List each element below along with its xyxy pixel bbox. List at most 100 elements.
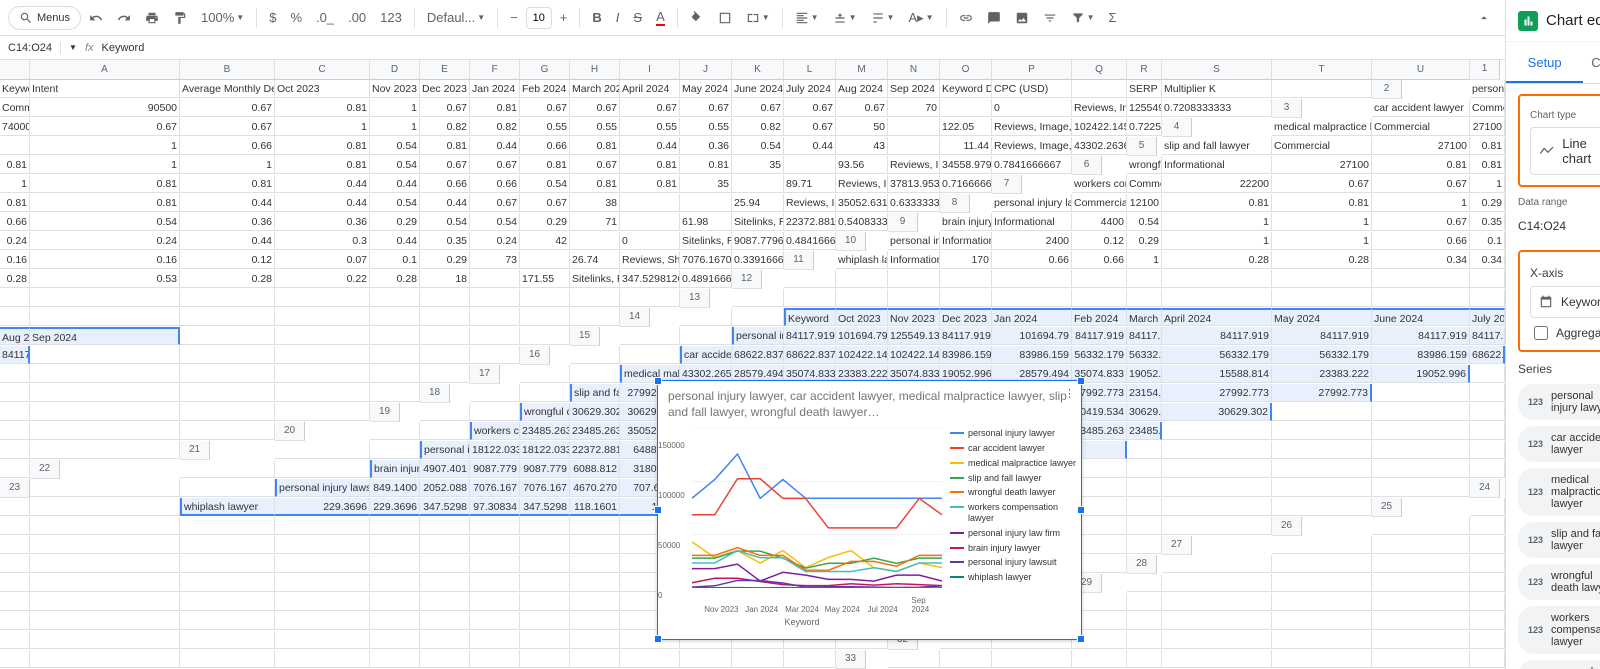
series-chip[interactable]: 123medical malpractice lawyer⋮ — [1518, 468, 1600, 516]
cell[interactable] — [420, 327, 470, 345]
cell[interactable] — [1272, 631, 1372, 649]
cell[interactable]: 0.5408333333 — [836, 213, 888, 231]
cell[interactable]: Reviews, Image, — [992, 137, 1072, 155]
paint-format-button[interactable] — [167, 7, 193, 29]
cell[interactable]: 0.28 — [0, 270, 30, 288]
cell[interactable]: 2400 — [992, 232, 1072, 250]
cell[interactable]: 170 — [940, 251, 992, 269]
cell[interactable]: 0.67 — [180, 99, 275, 117]
cell[interactable] — [275, 441, 370, 459]
cell[interactable] — [180, 555, 275, 573]
column-header[interactable]: U — [1372, 60, 1470, 80]
cell[interactable] — [0, 403, 30, 421]
cell[interactable]: 42 — [520, 232, 570, 250]
cell[interactable]: Oct 2023 — [275, 80, 370, 98]
cell[interactable]: 0.54 — [30, 213, 180, 231]
cell[interactable]: 0.81 — [180, 175, 275, 193]
cell[interactable] — [370, 289, 420, 307]
bold-button[interactable]: B — [586, 6, 607, 29]
cell[interactable] — [570, 517, 620, 535]
column-header[interactable]: E — [420, 60, 470, 80]
cell[interactable] — [1272, 555, 1372, 573]
cell[interactable]: 0.44 — [370, 175, 420, 193]
menus-button[interactable]: Menus — [8, 6, 81, 30]
cell[interactable]: 849.1400 — [370, 479, 420, 497]
currency-button[interactable]: $ — [263, 6, 282, 29]
column-header[interactable]: H — [570, 60, 620, 80]
spreadsheet-grid[interactable]: ABCDEFGHIJKLMNOPQRSTU1KeywordIntentAvera… — [0, 60, 1505, 669]
cell[interactable] — [570, 593, 620, 611]
cell[interactable]: 18 — [420, 270, 470, 288]
cell[interactable]: slip and fall lawyer — [570, 384, 620, 402]
cell[interactable]: Feb 2024 — [1072, 308, 1127, 326]
cell[interactable]: 229.3696 — [275, 498, 370, 516]
cell[interactable] — [180, 422, 275, 440]
cell[interactable]: Sep 2024 — [30, 327, 180, 345]
cell[interactable]: 347.5298 — [420, 498, 470, 516]
cell[interactable]: 38 — [570, 194, 620, 212]
cell[interactable] — [1272, 593, 1372, 611]
cell[interactable]: 0.29 — [370, 213, 420, 231]
column-header[interactable]: D — [370, 60, 420, 80]
cell[interactable] — [520, 517, 570, 535]
cell[interactable]: 0.81 — [620, 156, 680, 174]
row-header[interactable]: 11 — [784, 251, 814, 270]
cell[interactable] — [1372, 479, 1470, 497]
cell[interactable]: 0.67 — [570, 99, 620, 117]
cell[interactable]: 1 — [30, 156, 180, 174]
cell[interactable] — [420, 555, 470, 573]
cell[interactable]: 22372.881 — [570, 441, 620, 459]
cell[interactable]: 0.67 — [620, 99, 680, 117]
cell[interactable]: 0.67 — [784, 118, 836, 136]
row-header[interactable]: 7 — [992, 175, 1022, 194]
cell[interactable] — [370, 384, 420, 402]
row-header[interactable]: 8 — [940, 194, 970, 213]
cell[interactable] — [784, 289, 836, 307]
cell[interactable]: 0.67 — [1272, 175, 1372, 193]
cell[interactable]: 0.29 — [420, 251, 470, 269]
cell[interactable]: 0.81 — [275, 156, 370, 174]
cell[interactable]: 0.54 — [732, 137, 784, 155]
cell[interactable]: 171.55 — [520, 270, 570, 288]
cell[interactable] — [1162, 650, 1272, 668]
column-header[interactable]: R — [1127, 60, 1162, 80]
cell[interactable]: 11.44 — [940, 137, 992, 155]
cell[interactable] — [570, 346, 620, 364]
cell[interactable]: 0.66 — [0, 213, 30, 231]
cell[interactable]: wrongful death lawyer — [1127, 156, 1162, 174]
series-chip[interactable]: 123car accident lawyer⋮ — [1518, 426, 1600, 462]
cell[interactable]: 0.66 — [470, 175, 520, 193]
cell[interactable] — [520, 308, 570, 326]
cell[interactable]: 0.44 — [420, 194, 470, 212]
cell[interactable]: 37813.95349 — [888, 175, 940, 193]
fill-color-button[interactable] — [684, 7, 710, 29]
undo-button[interactable] — [83, 7, 109, 29]
cell[interactable] — [30, 650, 180, 668]
cell[interactable]: 35 — [680, 175, 732, 193]
cell[interactable] — [1072, 270, 1127, 288]
cell[interactable] — [275, 403, 370, 421]
row-header[interactable]: 6 — [1072, 156, 1102, 175]
cell[interactable] — [420, 650, 470, 668]
cell[interactable] — [1470, 574, 1505, 592]
cell[interactable]: Nov 2023 — [888, 308, 940, 326]
name-box[interactable]: C14:O24 — [8, 42, 61, 54]
cell[interactable]: 0 — [992, 99, 1072, 117]
column-header[interactable]: J — [680, 60, 732, 80]
cell[interactable]: 7076.167076 — [680, 251, 732, 269]
cell[interactable]: 0.6333333333 — [888, 194, 940, 212]
cell[interactable] — [1127, 517, 1162, 535]
cell[interactable] — [275, 289, 370, 307]
cell[interactable]: March 2024 — [1127, 308, 1162, 326]
cell[interactable]: Commercial — [1127, 175, 1162, 193]
cell[interactable]: 0.67 — [420, 156, 470, 174]
series-chip[interactable]: 123workers compensation lawyer⋮ — [1518, 606, 1600, 654]
cell[interactable] — [180, 403, 275, 421]
cell[interactable]: 84117.919 — [1127, 327, 1162, 345]
cell[interactable] — [0, 593, 30, 611]
column-header[interactable]: P — [992, 60, 1072, 80]
cell[interactable]: 0.66 — [180, 137, 275, 155]
cell[interactable] — [275, 460, 370, 478]
cell[interactable] — [1162, 460, 1272, 478]
column-header[interactable]: Q — [1072, 60, 1127, 80]
